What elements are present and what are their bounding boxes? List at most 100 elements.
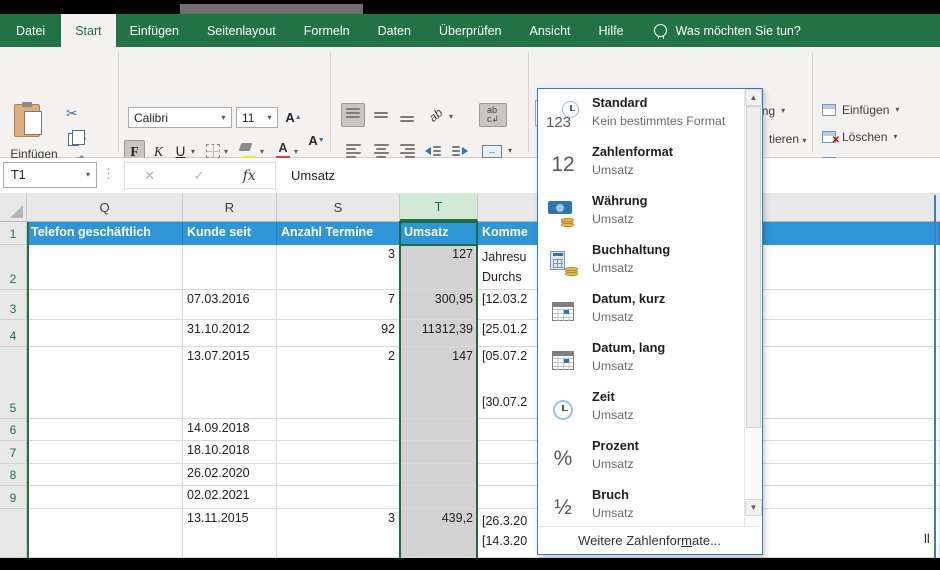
font-color-caret-icon[interactable]: ▾ (294, 148, 298, 156)
cell-t2[interactable]: 127 (400, 245, 478, 290)
cell-s2[interactable]: 3 (277, 245, 400, 290)
borders-caret-icon[interactable]: ▾ (224, 148, 228, 156)
more-number-formats-item[interactable]: Weitere Zahlenformate... (538, 526, 761, 553)
font-size-dropdown-icon[interactable]: ▾ (262, 108, 277, 127)
cut-button[interactable]: ✂ (66, 105, 78, 122)
cell-t1-active[interactable]: Umsatz (400, 222, 478, 245)
cell-t5[interactable]: 147 (400, 347, 478, 419)
select-all-corner[interactable] (0, 194, 27, 221)
tab-datei[interactable]: Datei (0, 14, 61, 47)
cell-t9[interactable] (400, 486, 478, 509)
menu-item-waehrung[interactable]: Währung Umsatz (538, 189, 743, 238)
tab-daten[interactable]: Daten (364, 14, 425, 47)
cell-s3[interactable]: 7 (277, 290, 400, 320)
column-header-t-selected[interactable]: T (400, 194, 478, 221)
cell-r6[interactable]: 14.09.2018 (183, 419, 277, 441)
name-box[interactable]: T1 ▾ (3, 162, 97, 188)
cell-t10[interactable]: 439,2 (400, 509, 478, 558)
row-header-7[interactable]: 7 (0, 441, 27, 464)
menu-item-datum-lang[interactable]: Datum, lang Umsatz (538, 336, 743, 385)
row-header-10[interactable] (0, 509, 27, 558)
cell-r4[interactable]: 31.10.2012 (183, 320, 277, 347)
row-header-9[interactable]: 9 (0, 486, 27, 509)
cell-s9[interactable] (277, 486, 400, 509)
menu-item-prozent[interactable]: % Prozent Umsatz (538, 434, 743, 483)
tab-hilfe[interactable]: Hilfe (585, 14, 638, 47)
merge-center-caret-icon[interactable]: ▾ (508, 147, 512, 155)
cell-q10[interactable] (27, 509, 183, 558)
row-header-1[interactable]: 1 (0, 222, 27, 245)
cell-r3[interactable]: 07.03.2016 (183, 290, 277, 320)
tab-start[interactable]: Start (61, 14, 115, 47)
cell-q8[interactable] (27, 464, 183, 486)
format-as-table-fragment[interactable]: tieren ▾ (769, 132, 806, 146)
insert-cells-button[interactable]: Einfügen ▾ (822, 103, 899, 117)
menu-item-buchhaltung[interactable]: Buchhaltung Umsatz (538, 238, 743, 287)
cell-s7[interactable] (277, 441, 400, 464)
cell-t6[interactable] (400, 419, 478, 441)
bottom-align-button[interactable] (395, 103, 419, 127)
decrease-font-button[interactable]: A▼ (306, 129, 327, 152)
dropdown-scrollbar[interactable]: ▲ ▼ (744, 89, 761, 526)
menu-item-zeit[interactable]: Zeit Umsatz (538, 385, 743, 434)
middle-align-button[interactable] (369, 103, 393, 127)
delete-cells-button[interactable]: ✕ Löschen ▾ (822, 130, 897, 144)
cell-r1[interactable]: Kunde seit (183, 222, 277, 245)
column-header-q[interactable]: Q (27, 194, 183, 221)
cell-r9[interactable]: 02.02.2021 (183, 486, 277, 509)
cell-s1[interactable]: Anzahl Termine (277, 222, 400, 245)
cell-s5[interactable]: 2 (277, 347, 400, 419)
tab-ansicht[interactable]: Ansicht (516, 14, 585, 47)
orientation-button[interactable]: ab (424, 103, 448, 127)
cell-t4[interactable]: 11312,39 (400, 320, 478, 347)
tab-ueberpruefen[interactable]: Überprüfen (425, 14, 516, 47)
cell-t7[interactable] (400, 441, 478, 464)
row-header-8[interactable]: 8 (0, 464, 27, 486)
font-size-combobox[interactable]: 11 ▾ (236, 107, 278, 128)
cell-s10[interactable]: 3 (277, 509, 400, 558)
scroll-down-icon[interactable]: ▼ (745, 499, 762, 516)
cell-r8[interactable]: 26.02.2020 (183, 464, 277, 486)
fill-color-caret-icon[interactable]: ▾ (260, 148, 264, 156)
top-align-button[interactable] (341, 103, 365, 127)
cell-s4[interactable]: 92 (277, 320, 400, 347)
borders-button[interactable] (206, 144, 220, 158)
tell-me-search[interactable]: Was möchten Sie tun? (654, 14, 801, 47)
cell-q3[interactable] (27, 290, 183, 320)
cell-q6[interactable] (27, 419, 183, 441)
menu-item-standard[interactable]: 123 Standard Kein bestimmtes Format (538, 91, 743, 140)
cell-q7[interactable] (27, 441, 183, 464)
cancel-icon[interactable]: ✕ (144, 168, 155, 184)
menu-item-bruch[interactable]: ½ Bruch Umsatz (538, 483, 743, 526)
enter-icon[interactable]: ✓ (193, 168, 204, 184)
cell-t3[interactable]: 300,95 (400, 290, 478, 320)
wrap-text-button[interactable]: abc↲ (479, 103, 507, 127)
underline-caret-icon[interactable]: ▾ (191, 148, 195, 156)
increase-font-button[interactable]: A▲ (283, 106, 304, 129)
column-header-s[interactable]: S (277, 194, 400, 221)
cell-r2[interactable] (183, 245, 277, 290)
insert-function-icon[interactable]: fx (243, 168, 256, 184)
cell-q2[interactable] (27, 245, 183, 290)
copy-button[interactable]: ▾ (68, 133, 86, 146)
column-header-r[interactable]: R (183, 194, 277, 221)
row-header-2[interactable]: 2 (0, 245, 27, 290)
menu-item-zahlenformat[interactable]: 12 Zahlenformat Umsatz (538, 140, 743, 189)
cell-r10[interactable]: 13.11.2015 (183, 509, 277, 558)
font-name-dropdown-icon[interactable]: ▾ (216, 108, 231, 127)
cell-q4[interactable] (27, 320, 183, 347)
cell-q5[interactable] (27, 347, 183, 419)
name-box-caret-icon[interactable]: ▾ (80, 171, 96, 179)
cell-q9[interactable] (27, 486, 183, 509)
scroll-up-icon[interactable]: ▲ (745, 89, 762, 106)
tab-formeln[interactable]: Formeln (290, 14, 364, 47)
orientation-caret-icon[interactable]: ▾ (449, 113, 453, 121)
tab-seitenlayout[interactable]: Seitenlayout (193, 14, 290, 47)
cell-s6[interactable] (277, 419, 400, 441)
cell-r7[interactable]: 18.10.2018 (183, 441, 277, 464)
tab-einfuegen[interactable]: Einfügen (116, 14, 193, 47)
row-header-3[interactable]: 3 (0, 290, 27, 320)
row-header-5[interactable]: 5 (0, 347, 27, 419)
cell-q1[interactable]: Telefon geschäftlich (27, 222, 183, 245)
cell-r5[interactable]: 13.07.2015 (183, 347, 277, 419)
